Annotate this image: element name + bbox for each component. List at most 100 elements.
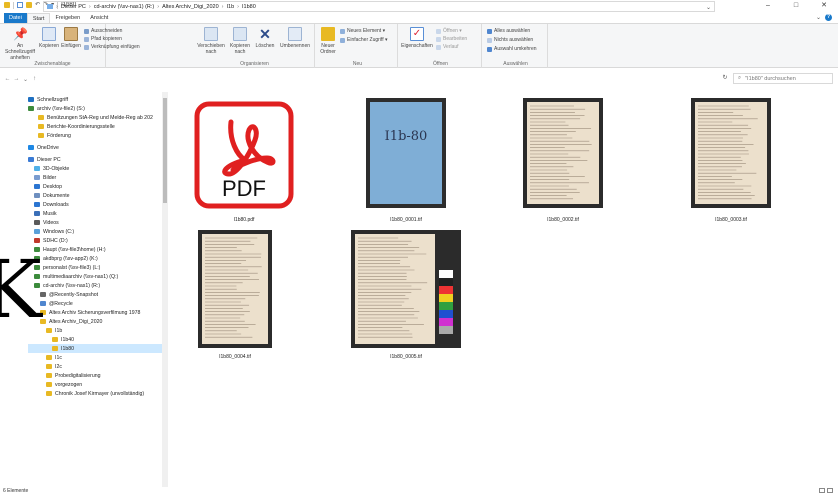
paper-page: [527, 102, 599, 204]
breadcrumb-drive[interactable]: cd-archiv (\\sv-nas1) (R:): [94, 4, 155, 10]
undo-icon[interactable]: ↶: [35, 2, 40, 8]
minimize-button[interactable]: –: [754, 0, 782, 10]
breadcrumb-this-pc[interactable]: Dieser PC: [61, 4, 86, 10]
open-button[interactable]: Öffnen ▾: [436, 28, 462, 34]
paste-button[interactable]: Einfügen: [60, 27, 82, 49]
edit-label: Bearbeiten: [443, 36, 468, 42]
tab-file[interactable]: Datei: [4, 13, 27, 23]
sidebar-item[interactable]: cd-archiv (\\sv-nas1) (R:): [28, 281, 163, 290]
path-icon: [84, 36, 89, 42]
scrollbar-thumb[interactable]: [163, 98, 167, 203]
sidebar-item[interactable]: Downloads: [28, 200, 163, 209]
sidebar-item[interactable]: Desktop: [28, 182, 163, 191]
breadcrumb-i1b80[interactable]: I1b80: [242, 4, 256, 10]
collapse-ribbon-icon[interactable]: ⌄: [816, 14, 821, 21]
tab-start[interactable]: Start: [26, 13, 51, 23]
move-to-button[interactable]: Verschieben nach: [196, 27, 226, 55]
recent-dropdown-icon[interactable]: ⌄: [21, 76, 30, 83]
sidebar-item[interactable]: SDHC (D:): [28, 236, 163, 245]
sidebar-item[interactable]: Förderung: [28, 131, 163, 140]
forward-arrow-icon[interactable]: →: [12, 76, 21, 82]
copy-to-label: Kopieren nach: [229, 43, 250, 55]
sidebar-item[interactable]: Musik: [28, 209, 163, 218]
file-name-label[interactable]: I1b80_0003.tif: [676, 217, 786, 223]
easy-access-button[interactable]: Einfacher Zugriff ▾: [340, 37, 388, 43]
copy-path-button[interactable]: Pfad kopieren: [84, 36, 122, 42]
select-all-button[interactable]: Alles auswählen: [487, 28, 530, 34]
properties-icon[interactable]: [17, 2, 23, 8]
cut-button[interactable]: Ausschneiden: [84, 28, 122, 34]
sidebar-item[interactable]: Schnellzugriff: [28, 95, 163, 104]
file-thumbnail[interactable]: [523, 98, 603, 208]
sidebar-item[interactable]: @Recycle: [28, 299, 163, 308]
file-thumbnail[interactable]: [351, 230, 461, 348]
select-none-button[interactable]: Nichts auswählen: [487, 37, 533, 43]
sidebar-item[interactable]: Berichte-Koordinierungsstelle: [28, 122, 163, 131]
sidebar-item[interactable]: I2c: [28, 362, 163, 371]
file-name-label[interactable]: I1b80_0002.tif: [508, 217, 618, 223]
refresh-icon[interactable]: ↻: [718, 73, 732, 84]
file-thumbnail[interactable]: I1b-80: [366, 98, 446, 208]
sidebar-item[interactable]: Altes Archiv_Digi_2020: [28, 317, 163, 326]
sidebar-item[interactable]: Videos: [28, 218, 163, 227]
file-thumbnail[interactable]: [691, 98, 771, 208]
pin-quick-access-button[interactable]: 📌 An Schnellzugriff anheften: [2, 27, 38, 61]
address-bar[interactable]: › Dieser PC › cd-archiv (\\sv-nas1) (R:)…: [43, 1, 715, 12]
sidebar-item[interactable]: I1b40: [28, 335, 163, 344]
sidebar-item[interactable]: Haupt (\\sv-file3\home) (H:): [28, 245, 163, 254]
sidebar-item[interactable]: Probedigitalisierung: [28, 371, 163, 380]
folder-icon[interactable]: [4, 2, 10, 8]
new-folder-icon[interactable]: [26, 2, 32, 8]
sidebar-item[interactable]: personalst (\\sv-file3) (L:): [28, 263, 163, 272]
sidebar-item[interactable]: Dokumente: [28, 191, 163, 200]
rename-button[interactable]: Umbenennen: [277, 27, 313, 49]
properties-button[interactable]: ✓ Eigenschaften: [400, 27, 434, 49]
up-arrow-icon[interactable]: ↑: [30, 76, 39, 82]
help-icon[interactable]: ?: [825, 14, 832, 21]
file-name-label[interactable]: I1b80_0004.tif: [180, 354, 290, 360]
sidebar-item[interactable]: akdbprg (\\sv-app2) (K:): [28, 254, 163, 263]
sidebar-item[interactable]: Bilder: [28, 173, 163, 182]
sidebar-item[interactable]: Altes Archiv Sicherungsverfilmung 1978: [28, 308, 163, 317]
sidebar-item[interactable]: Chronik Josef Kirmayer (unvollständig): [28, 389, 163, 398]
sidebar-item[interactable]: I1b: [28, 326, 163, 335]
details-view-icon[interactable]: [819, 488, 825, 493]
sidebar-item[interactable]: Benützungen StA-Reg und Melde-Reg ab 202: [28, 113, 163, 122]
file-thumbnail[interactable]: PDF: [193, 100, 295, 210]
file-name-label[interactable]: I1b80_0005.tif: [351, 354, 461, 360]
paste-shortcut-button[interactable]: Verknüpfung einfügen: [84, 44, 140, 50]
tab-share[interactable]: Freigeben: [50, 13, 85, 23]
delete-button[interactable]: ✕ Löschen: [254, 27, 276, 49]
copy-button[interactable]: Kopieren: [38, 27, 60, 49]
sidebar-item[interactable]: Dieser PC: [28, 155, 163, 164]
address-dropdown-icon[interactable]: ⌄: [706, 4, 711, 11]
new-folder-button[interactable]: Neuer Ordner: [318, 27, 338, 55]
sidebar-item[interactable]: archiv (\\sv-file2) (S:): [28, 104, 163, 113]
edit-button[interactable]: Bearbeiten: [436, 36, 467, 42]
invert-selection-button[interactable]: Auswahl umkehren: [487, 46, 537, 52]
maximize-button[interactable]: □: [782, 0, 810, 10]
search-icon: ⌕: [738, 75, 742, 81]
history-button[interactable]: Verlauf: [436, 44, 459, 50]
file-name-label[interactable]: I1b80.pdf: [189, 217, 299, 223]
sidebar-item[interactable]: 3D-Objekte: [28, 164, 163, 173]
breadcrumb-archiv[interactable]: Altes Archiv_Digi_2020: [162, 4, 219, 10]
search-input[interactable]: ⌕ "I1b80" durchsuchen: [733, 73, 833, 84]
copy-to-button[interactable]: Kopieren nach: [227, 27, 253, 55]
sidebar-item[interactable]: @Recently-Snapshot: [28, 290, 163, 299]
new-item-button[interactable]: Neues Element ▾: [340, 28, 385, 34]
file-name-label[interactable]: I1b80_0001.tif: [351, 217, 461, 223]
close-button[interactable]: ✕: [810, 0, 838, 10]
sidebar-item[interactable]: multimediaarchiv (\\sv-nas1) (Q:): [28, 272, 163, 281]
sidebar-item[interactable]: I1b80: [28, 344, 163, 353]
sidebar-item[interactable]: OneDrive: [28, 143, 163, 152]
breadcrumb-i1b[interactable]: I1b: [227, 4, 235, 10]
sidebar-item[interactable]: vorgezogen: [28, 380, 163, 389]
back-arrow-icon[interactable]: ←: [3, 76, 12, 82]
file-thumbnail[interactable]: [198, 230, 272, 348]
sidebar-item[interactable]: Windows (C:): [28, 227, 163, 236]
sidebar-item[interactable]: I1c: [28, 353, 163, 362]
sidebar-scrollbar[interactable]: [162, 92, 168, 487]
large-icons-view-icon[interactable]: [827, 488, 833, 493]
tab-view[interactable]: Ansicht: [85, 13, 113, 23]
